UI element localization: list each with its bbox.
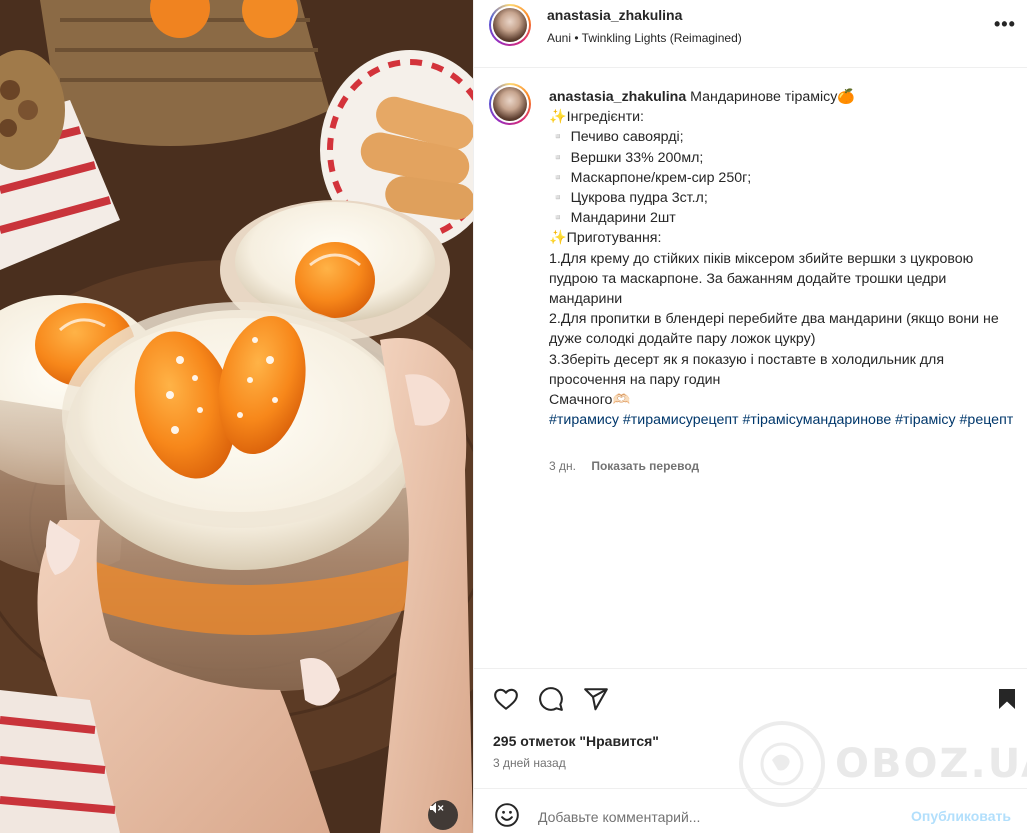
caption-username[interactable]: anastasia_zhakulina bbox=[549, 89, 686, 105]
publish-comment-button[interactable]: Опубликовать bbox=[911, 808, 1011, 824]
hashtag[interactable]: #тірамісу bbox=[895, 412, 955, 428]
share-button[interactable] bbox=[582, 685, 610, 713]
avatar-image bbox=[493, 87, 527, 121]
translate-link[interactable]: Показать перевод bbox=[591, 459, 699, 473]
action-bar: 295 отметок "Нравится" 3 дней назад OBOZ… bbox=[474, 668, 1027, 807]
caption-text: anastasia_zhakulina Мандаринове тірамісу… bbox=[549, 87, 1014, 430]
caption-line: ✨Інгредієнти: bbox=[549, 109, 644, 126]
mute-icon bbox=[430, 802, 444, 814]
comment-icon bbox=[539, 687, 563, 711]
post-age: 3 дн. bbox=[549, 459, 576, 473]
caption-line: ▫️ Маскарпоне/крем-сир 250г; bbox=[549, 169, 752, 186]
caption-line: ▫️ Вершки 33% 200мл; bbox=[549, 149, 704, 166]
comment-bar: Опубликовать bbox=[474, 788, 1027, 833]
caption-line: Смачного🫶🏻 bbox=[549, 392, 631, 409]
hashtag[interactable]: #тирамису bbox=[549, 412, 619, 428]
comment-input[interactable] bbox=[538, 807, 898, 827]
watermark-text: OBOZ.UA bbox=[835, 741, 1027, 787]
heart-icon bbox=[494, 688, 518, 710]
caption-line: ✨Приготування: bbox=[549, 230, 662, 247]
comment-button[interactable] bbox=[537, 685, 565, 713]
caption-line: 2.Для пропитки в блендері перебийте два … bbox=[549, 311, 1003, 348]
hashtag[interactable]: #рецепт bbox=[960, 412, 1014, 428]
music-info[interactable]: Auni • Twinkling Lights (Reimagined) bbox=[547, 31, 742, 45]
emoji-icon bbox=[495, 803, 519, 827]
caption-line: 3.Зберіть десерт як я показую і поставте… bbox=[549, 351, 948, 388]
post-media[interactable] bbox=[0, 0, 473, 833]
like-count[interactable]: 295 отметок "Нравится" bbox=[493, 733, 659, 749]
post-date: 3 дней назад bbox=[493, 756, 566, 770]
hashtag[interactable]: #тірамісумандаринове bbox=[743, 412, 892, 428]
avatar-image bbox=[493, 8, 527, 42]
post-details-panel: anastasia_zhakulina Auni • Twinkling Lig… bbox=[473, 0, 1027, 833]
mute-button[interactable] bbox=[428, 800, 458, 830]
caption-section: anastasia_zhakulina Мандаринове тірамісу… bbox=[474, 68, 1027, 668]
header-avatar[interactable] bbox=[489, 4, 531, 46]
bookmark-icon bbox=[999, 689, 1015, 709]
more-options-button[interactable]: ••• bbox=[994, 14, 1016, 35]
like-button[interactable] bbox=[492, 685, 520, 713]
more-icon: ••• bbox=[994, 14, 1016, 34]
caption-line: ▫️ Печиво савоярді; bbox=[549, 129, 684, 146]
caption-line: 1.Для крему до стійких піків міксером зб… bbox=[549, 250, 978, 308]
hashtag[interactable]: #тирамисурецепт bbox=[623, 412, 739, 428]
save-button[interactable] bbox=[993, 685, 1021, 713]
dessert-photo bbox=[0, 0, 473, 833]
caption-line: ▫️ Мандарини 2шт bbox=[549, 210, 676, 227]
share-icon bbox=[584, 688, 608, 711]
header-username[interactable]: anastasia_zhakulina bbox=[547, 7, 682, 23]
caption-title: Мандаринове тірамісу🍊 bbox=[690, 89, 855, 105]
caption-avatar[interactable] bbox=[489, 83, 531, 125]
caption-line: ▫️ Цукрова пудра 3ст.л; bbox=[549, 190, 708, 207]
post-header: anastasia_zhakulina Auni • Twinkling Lig… bbox=[474, 0, 1027, 68]
caption-meta: 3 дн. Показать перевод bbox=[549, 459, 699, 473]
emoji-button[interactable] bbox=[493, 801, 521, 829]
